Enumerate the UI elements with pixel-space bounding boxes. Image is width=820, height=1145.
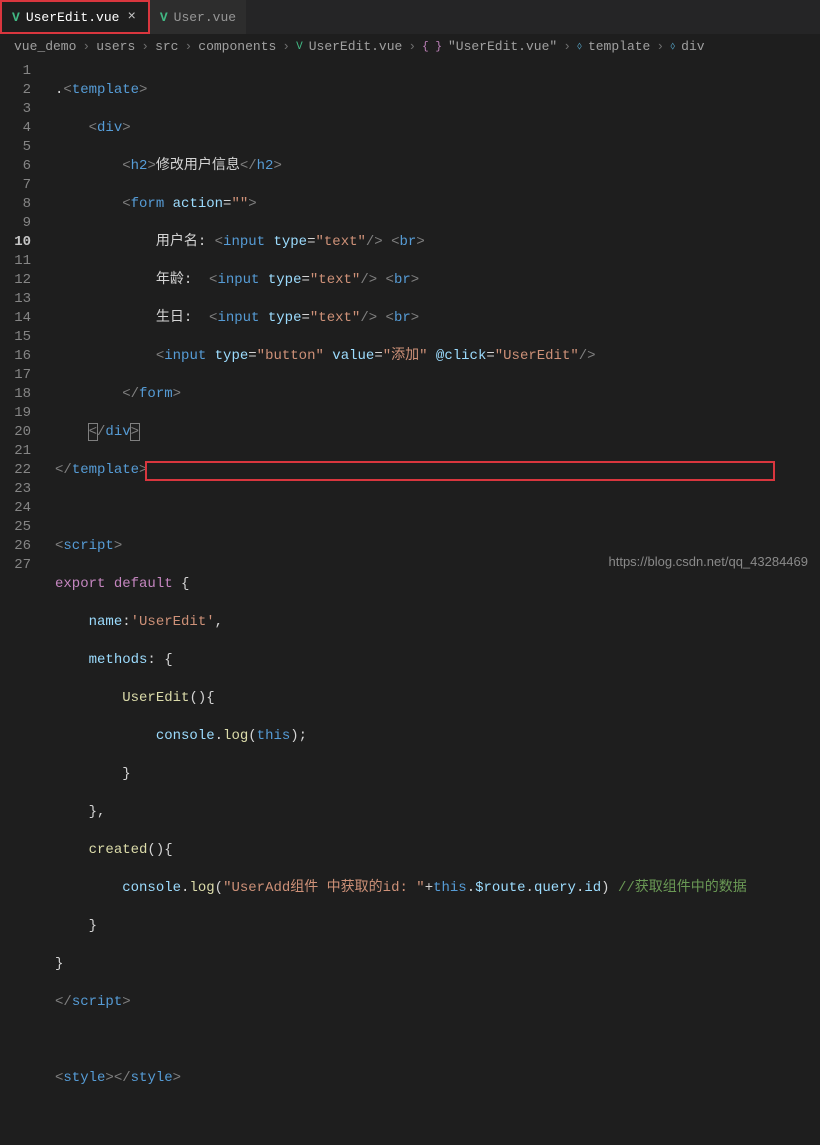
tab-label: UserEdit.vue [26,10,120,25]
line-number: 22 [0,461,45,480]
vue-file-icon: V [12,10,20,25]
chevron-right-icon: › [282,39,290,54]
code-area[interactable]: .<template> <div> <h2>修改用户信息</h2> <form … [45,58,820,575]
line-number: 13 [0,290,45,309]
breadcrumb-item[interactable]: users [96,39,135,54]
brace-icon: { } [422,41,442,53]
line-number: 19 [0,404,45,423]
line-number: 24 [0,499,45,518]
line-gutter: 1 2 3 4 5 6 7 8 9 10 11 12 13 14 15 16 1… [0,58,45,575]
close-icon[interactable]: × [125,9,137,25]
line-number: 23 [0,480,45,499]
breadcrumb-item[interactable]: template [588,39,650,54]
chevron-right-icon: › [82,39,90,54]
line-number: 18 [0,385,45,404]
breadcrumb-item[interactable]: "UserEdit.vue" [448,39,557,54]
line-number: 21 [0,442,45,461]
chevron-right-icon: › [184,39,192,54]
line-number: 4 [0,119,45,138]
line-number: 2 [0,81,45,100]
breadcrumb: vue_demo › users › src › components › V … [0,35,820,58]
chevron-right-icon: › [408,39,416,54]
breadcrumb-item[interactable]: div [681,39,704,54]
line-number: 1 [0,62,45,81]
tag-icon: ⬨ [670,41,675,53]
breadcrumb-item[interactable]: components [198,39,276,54]
line-number: 6 [0,157,45,176]
line-number: 20 [0,423,45,442]
tab-useredit[interactable]: V UserEdit.vue × [0,0,150,34]
watermark: https://blog.csdn.net/qq_43284469 [609,554,809,569]
tab-label: User.vue [174,10,236,25]
line-number: 12 [0,271,45,290]
line-number: 5 [0,138,45,157]
code-editor[interactable]: 1 2 3 4 5 6 7 8 9 10 11 12 13 14 15 16 1… [0,58,820,575]
chevron-right-icon: › [656,39,664,54]
line-number: 7 [0,176,45,195]
line-number: 10 [0,233,45,252]
line-number: 9 [0,214,45,233]
line-number: 3 [0,100,45,119]
line-number: 27 [0,556,45,575]
vue-file-icon: V [296,41,303,53]
line-number: 17 [0,366,45,385]
tag-icon: ⬨ [577,41,582,53]
tab-user[interactable]: V User.vue [150,0,247,34]
breadcrumb-item[interactable]: src [155,39,178,54]
line-number: 11 [0,252,45,271]
vue-file-icon: V [160,10,168,25]
breadcrumb-item[interactable]: vue_demo [14,39,76,54]
chevron-right-icon: › [141,39,149,54]
breadcrumb-item[interactable]: UserEdit.vue [309,39,403,54]
line-number: 14 [0,309,45,328]
line-number: 26 [0,537,45,556]
line-number: 16 [0,347,45,366]
line-number: 15 [0,328,45,347]
line-number: 25 [0,518,45,537]
line-number: 8 [0,195,45,214]
chevron-right-icon: › [563,39,571,54]
tab-bar: V UserEdit.vue × V User.vue [0,0,820,35]
